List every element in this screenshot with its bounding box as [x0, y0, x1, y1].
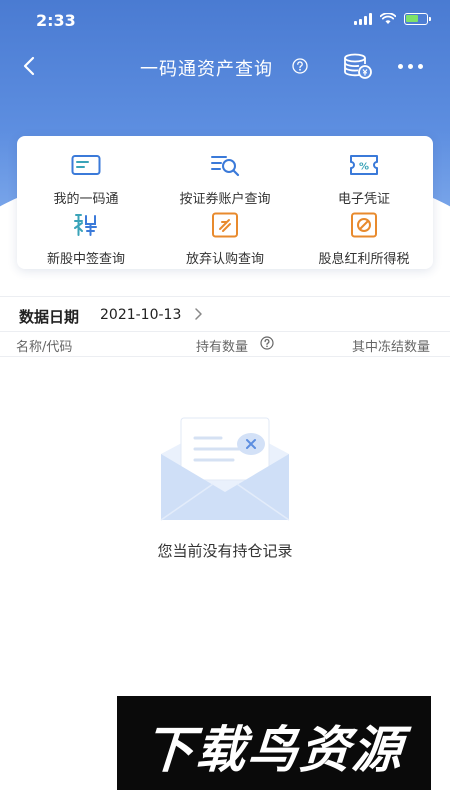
percent-ticket-icon: % [350, 155, 378, 175]
watermark-text: 下载鸟资源 [141, 721, 406, 779]
help-icon[interactable] [292, 58, 308, 74]
holdings-table-header: 名称/代码 持有数量 其中冻结数量 [0, 333, 450, 355]
column-frozen: 其中冻结数量 [351, 340, 430, 355]
status-time: 2:33 [36, 11, 76, 30]
shortcut-label: 股息红利所得税 [318, 252, 410, 267]
shortcut-label: 我的一码通 [53, 192, 119, 207]
battery-icon [404, 13, 431, 25]
divider [0, 356, 450, 357]
shortcut-new-stock[interactable]: 新股中签查询 [17, 212, 155, 268]
abandon-icon [212, 212, 238, 238]
new-stock-icon [74, 214, 97, 236]
shortcut-label: 按证券账户查询 [179, 192, 271, 207]
column-holding: 持有数量 [196, 340, 249, 355]
back-icon[interactable] [16, 52, 44, 80]
empty-envelope-icon [160, 417, 290, 521]
date-label: 数据日期 [19, 308, 80, 326]
shortcut-label: 放弃认购查询 [185, 252, 264, 267]
svg-text:%: % [359, 162, 369, 173]
shortcut-card: 我的一码通 按证券账户查询 % 电子凭证 新股中签查询 放弃认购查询 股息红利所… [17, 136, 433, 269]
status-bar: 2:33 [0, 0, 450, 40]
help-icon[interactable] [260, 336, 274, 350]
shortcut-account-query[interactable]: 按证券账户查询 [156, 152, 294, 208]
database-icon[interactable] [342, 51, 374, 81]
shortcut-abandon-subscription[interactable]: 放弃认购查询 [156, 212, 294, 268]
more-icon[interactable] [394, 54, 426, 78]
divider [0, 331, 450, 332]
watermark: 下载鸟资源 [117, 696, 431, 790]
date-value: 2021-10-13 [100, 307, 182, 323]
date-selector[interactable]: 数据日期 2021-10-13 [0, 297, 450, 331]
shortcut-e-voucher[interactable]: % 电子凭证 [295, 152, 433, 208]
chevron-right-icon [195, 308, 202, 320]
page-title: 一码通资产查询 [140, 59, 273, 80]
column-name: 名称/代码 [16, 340, 73, 355]
wifi-icon [380, 13, 396, 24]
shortcut-dividend-tax[interactable]: 股息红利所得税 [295, 212, 433, 268]
empty-message: 您当前没有持仓记录 [157, 542, 293, 560]
nav-bar: 一码通资产查询 [0, 46, 450, 86]
shortcut-label: 新股中签查询 [46, 252, 125, 267]
shortcut-label: 电子凭证 [337, 192, 390, 207]
card-icon [71, 155, 101, 175]
asset-query-screen: 2:33 一码通资产查询 我的一码通 按证券账户查询 % 电子凭证 新股中签查询… [0, 0, 450, 800]
shortcut-my-code[interactable]: 我的一码通 [17, 152, 155, 208]
dividend-tax-icon [351, 212, 377, 238]
signal-icon [354, 13, 372, 25]
status-icons [354, 13, 431, 25]
list-search-icon [211, 156, 240, 177]
